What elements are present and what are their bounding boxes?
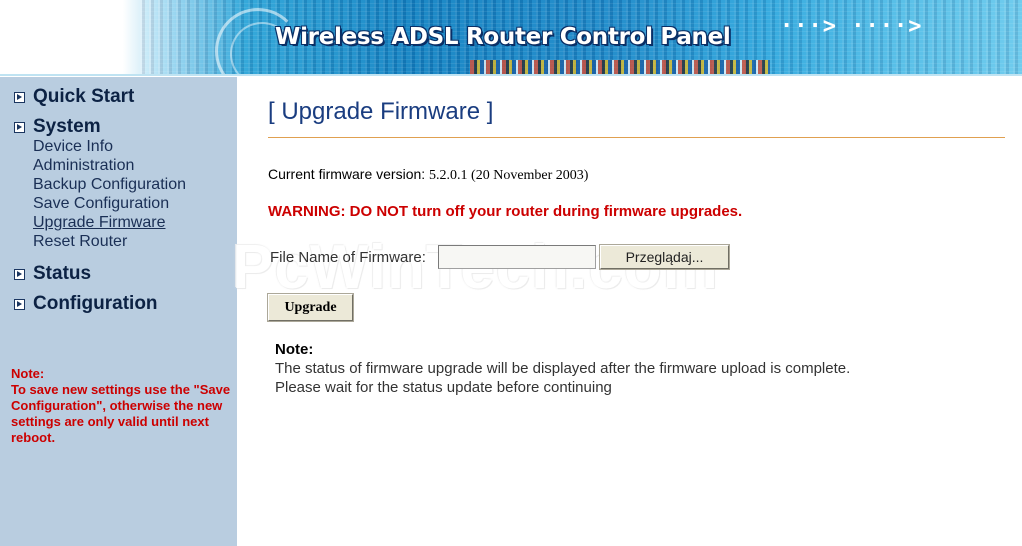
nav-item-device-info[interactable]: Device Info <box>33 138 113 156</box>
app-title: Wireless ADSL Router Control Panel <box>275 24 731 50</box>
arrow-decoration-icon: ···> ····> <box>780 14 923 39</box>
bullet-arrow-icon <box>14 121 25 133</box>
note-text: The status of firmware upgrade will be d… <box>275 360 851 377</box>
nav-configuration[interactable]: Configuration <box>14 293 158 315</box>
nav-item-administration[interactable]: Administration <box>33 157 134 175</box>
nav-quick-start[interactable]: Quick Start <box>14 86 134 108</box>
nav-item-backup-configuration[interactable]: Backup Configuration <box>33 176 186 194</box>
nav-item-upgrade-firmware[interactable]: Upgrade Firmware <box>33 214 165 232</box>
firmware-version: Current firmware version: 5.2.0.1 (20 No… <box>268 166 588 184</box>
sidebar: Quick Start System Device Info Administr… <box>0 77 237 546</box>
sidebar-note-body: To save new settings use the "Save Confi… <box>11 382 231 445</box>
bullet-arrow-icon <box>14 298 25 310</box>
nav-item-save-configuration[interactable]: Save Configuration <box>33 195 169 213</box>
nav-system[interactable]: System <box>14 116 101 138</box>
firmware-version-value: 5.2.0.1 (20 November 2003) <box>429 168 589 183</box>
banner-divider <box>0 74 1022 76</box>
warning-message: WARNING: DO NOT turn off your router dur… <box>268 203 743 220</box>
nav-item-reset-router[interactable]: Reset Router <box>33 233 127 251</box>
nav-section-label: System <box>33 116 101 137</box>
firmware-file-input[interactable] <box>438 245 596 269</box>
nav-section-label: Configuration <box>33 293 158 314</box>
header-banner: Wireless ADSL Router Control Panel ···> … <box>0 0 1022 76</box>
note-title: Note: <box>275 341 314 358</box>
nav-status[interactable]: Status <box>14 263 91 285</box>
page-title: [ Upgrade Firmware ] <box>268 98 494 125</box>
bullet-arrow-icon <box>14 91 25 103</box>
title-divider <box>268 137 1005 138</box>
nav-section-label: Quick Start <box>33 86 135 107</box>
file-name-label: File Name of Firmware: <box>270 249 426 266</box>
sidebar-note-title: Note: <box>11 366 45 381</box>
bullet-arrow-icon <box>14 268 25 280</box>
browse-button[interactable]: Przeglądaj... <box>599 244 730 270</box>
firmware-version-label: Current firmware version: <box>268 166 426 182</box>
note-text-continued: Please wait for the status update before… <box>275 379 612 396</box>
circuit-board-graphic <box>470 60 770 74</box>
nav-section-label: Status <box>33 263 92 284</box>
upgrade-button[interactable]: Upgrade <box>267 293 354 322</box>
